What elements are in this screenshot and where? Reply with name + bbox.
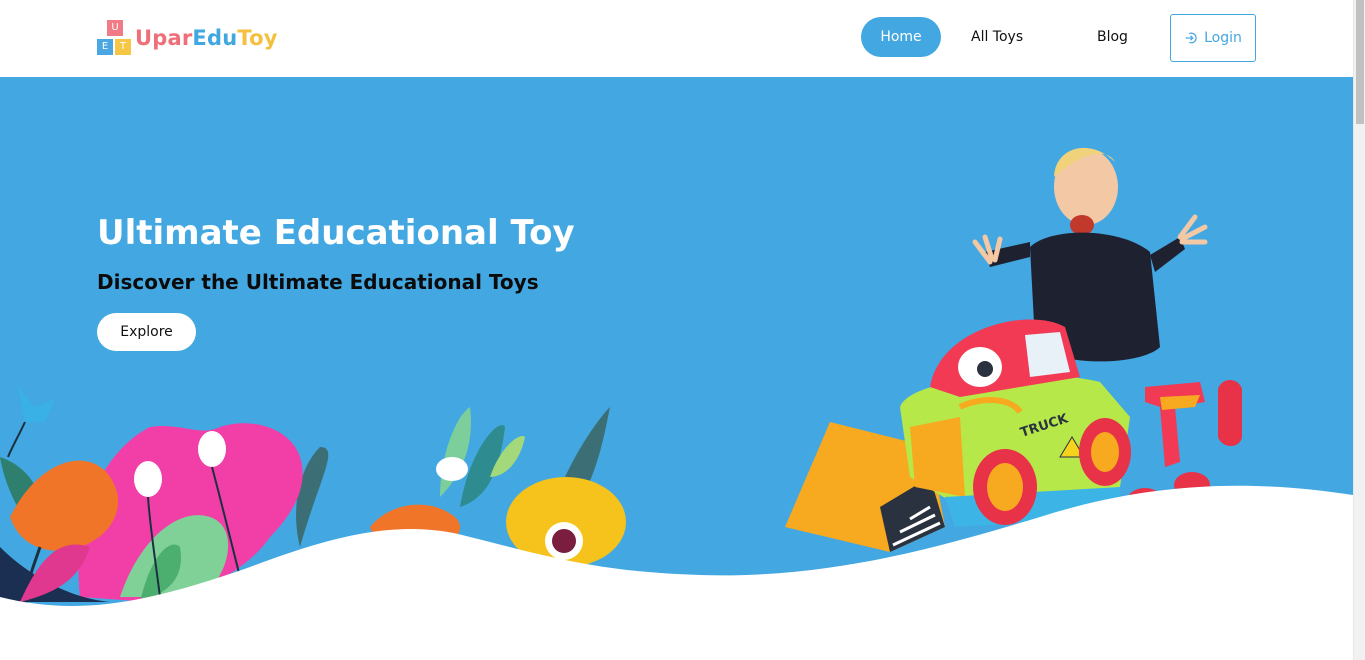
brand-name: UparEduToy xyxy=(135,26,278,50)
site-header: U E T UparEduToy Home All Toys Blog Logi… xyxy=(0,0,1353,77)
brand-logo[interactable]: U E T UparEduToy xyxy=(97,20,278,56)
login-label: Login xyxy=(1204,30,1242,46)
scrollbar-thumb[interactable] xyxy=(1356,0,1364,124)
explore-button[interactable]: Explore xyxy=(97,313,196,351)
nav-home-link[interactable]: Home xyxy=(861,17,941,57)
nav-all-toys-link[interactable]: All Toys xyxy=(971,17,1023,57)
hero-subtitle: Discover the Ultimate Educational Toys xyxy=(97,270,539,294)
login-icon xyxy=(1185,32,1197,44)
brand-name-part3: Toy xyxy=(237,26,278,50)
logo-block-t: T xyxy=(115,39,131,55)
hero-banner: TRUCK Ultimate Educational Toy Discover … xyxy=(0,77,1353,660)
login-button[interactable]: Login xyxy=(1170,14,1256,62)
logo-block-e: E xyxy=(97,39,113,55)
hero-illustration: TRUCK xyxy=(0,147,1353,660)
logo-blocks-icon: U E T xyxy=(97,20,131,56)
logo-block-u: U xyxy=(107,20,123,36)
page-scrollbar[interactable] xyxy=(1353,0,1365,660)
brand-name-part1: Upar xyxy=(135,26,193,50)
nav-blog-link[interactable]: Blog xyxy=(1097,17,1128,57)
hero-title: Ultimate Educational Toy xyxy=(97,213,575,253)
brand-name-part2: Edu xyxy=(192,26,238,50)
